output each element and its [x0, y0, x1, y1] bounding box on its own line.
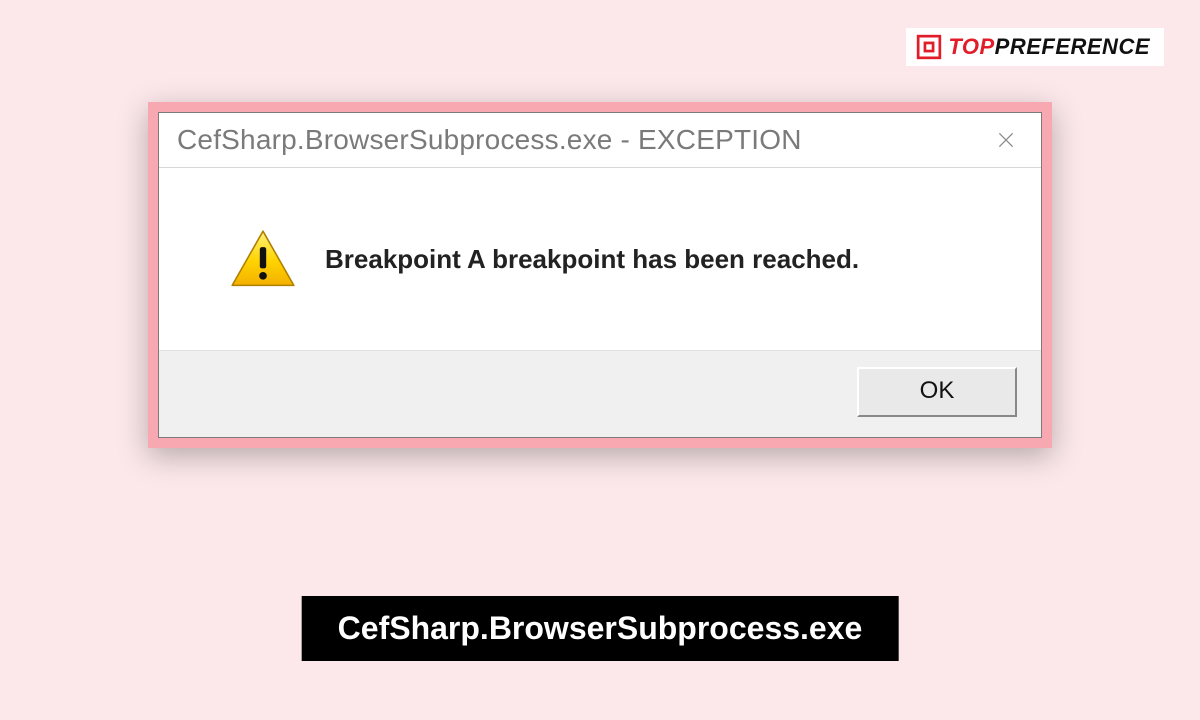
image-caption: CefSharp.BrowserSubprocess.exe — [302, 596, 899, 661]
dialog-title: CefSharp.BrowserSubprocess.exe - EXCEPTI… — [177, 124, 802, 156]
dialog-footer: OK — [159, 350, 1041, 437]
watermark-suffix: PREFERENCE — [995, 34, 1150, 59]
dialog-message: Breakpoint A breakpoint has been reached… — [325, 244, 859, 275]
watermark-prefix: TOP — [948, 34, 994, 59]
dialog-body: Breakpoint A breakpoint has been reached… — [159, 168, 1041, 350]
dialog-titlebar[interactable]: CefSharp.BrowserSubprocess.exe - EXCEPTI… — [159, 113, 1041, 168]
warning-icon — [229, 228, 297, 290]
watermark-text: TOPPREFERENCE — [948, 34, 1150, 60]
watermark-icon — [916, 34, 942, 60]
dialog-frame: CefSharp.BrowserSubprocess.exe - EXCEPTI… — [148, 102, 1052, 448]
close-button[interactable] — [981, 121, 1031, 159]
watermark-badge: TOPPREFERENCE — [906, 28, 1164, 66]
error-dialog: CefSharp.BrowserSubprocess.exe - EXCEPTI… — [158, 112, 1042, 438]
close-icon — [996, 130, 1016, 150]
ok-button[interactable]: OK — [857, 367, 1017, 417]
